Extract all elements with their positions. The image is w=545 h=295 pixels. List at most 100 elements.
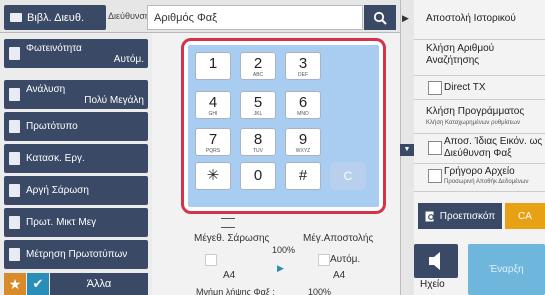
key-9[interactable]: 9 WXYZ [285, 128, 321, 156]
resolution-icon [9, 88, 20, 101]
brightness-button[interactable]: Φωτεινότητα Αυτόμ. [4, 39, 148, 68]
original-count-label: Μέτρηση Πρωτοτύπων [26, 249, 128, 260]
other-label: Άλλα [86, 278, 112, 290]
quick-file-checkbox[interactable] [428, 169, 442, 183]
send-size-label[interactable]: Μέγ.Αποστολής [303, 233, 373, 244]
document-feeder-icon [221, 218, 235, 228]
key-0-digit: 0 [253, 167, 263, 184]
direct-tx-label: Direct TX [444, 82, 486, 93]
check-icon: ✔ [32, 276, 44, 291]
resolution-value: Πολύ Μεγάλη [84, 95, 144, 106]
key-1[interactable]: 1 [195, 52, 231, 80]
key-hash[interactable]: # [285, 162, 321, 190]
send-history-label: Αποστολή Ιστορικού [426, 13, 516, 24]
other-button[interactable]: Άλλα [50, 273, 148, 295]
fax-number-value: Αριθμός Φαξ [154, 11, 218, 24]
key-1-digit: 1 [208, 55, 218, 72]
scan-size-label[interactable]: Μέγεθ. Σάρωσης [194, 233, 269, 244]
fax-number-input[interactable]: Αριθμός Φαξ [147, 5, 363, 30]
mixed-size-icon [9, 216, 20, 229]
scroll-down-button[interactable]: ▼ [400, 144, 414, 156]
job-build-button[interactable]: Κατασκ. Εργ. [4, 144, 148, 173]
key-4-digit: 4 [208, 94, 218, 111]
preview-icon [425, 211, 434, 221]
key-4[interactable]: 4 GHI [195, 91, 231, 119]
slow-scan-icon [9, 184, 20, 197]
brightness-value: Αυτόμ. [113, 54, 144, 65]
key-0[interactable]: 0 [240, 162, 276, 190]
mixed-size-label: Πρωτ. Μικτ Μεγ [26, 217, 97, 228]
original-button[interactable]: Πρωτότυπο [4, 112, 148, 141]
scan-page-icon [205, 254, 217, 266]
key-9-letters: WXYZ [295, 148, 311, 154]
address-book-label: Βιβλ. Διευθ. [27, 11, 84, 24]
original-count-button[interactable]: Μέτρηση Πρωτοτύπων [4, 240, 148, 269]
favorite-star-button[interactable]: ★ [4, 273, 26, 295]
call-program-label: Κλήση Προγράμματος [426, 106, 525, 117]
numeric-keypad: 1 2 ABC 3 DEF 4 GHI 5 JKL 6 MNO 7 PQRS 8 TUV 9W… [188, 45, 379, 207]
start-send-label: Έναρξη [489, 264, 524, 275]
quick-file-sublabel: Προσωρινή Αποθήκ Δεδομένων [444, 179, 529, 185]
original-icon [9, 120, 20, 133]
key-6-letters: MNO [297, 111, 309, 117]
key-7[interactable]: 7 PQRS [195, 128, 231, 156]
clear-key[interactable]: C [330, 162, 366, 190]
key-6-digit: 6 [298, 94, 308, 111]
job-build-label: Κατασκ. Εργ. [26, 153, 85, 164]
key-5-digit: 5 [253, 94, 263, 111]
scan-paper-value: A4 [223, 270, 236, 281]
key-7-letters: PQRS [205, 148, 221, 154]
address-label: Διεύθυνση [108, 11, 150, 21]
speaker-icon [429, 252, 440, 270]
key-3[interactable]: 3 DEF [285, 52, 321, 80]
address-book-button[interactable]: Βιβλ. Διευθ. [4, 5, 106, 30]
key-8[interactable]: 8 TUV [240, 128, 276, 156]
left-settings-panel: Φωτεινότητα Αυτόμ. Ανάλυση Πολύ Μεγάλη Π… [0, 33, 152, 295]
mixed-size-button[interactable]: Πρωτ. Μικτ Μεγ [4, 208, 148, 237]
key-4-letters: GHI [208, 111, 218, 117]
speaker-button[interactable] [414, 244, 458, 278]
same-image-checkbox[interactable] [428, 141, 442, 155]
speaker-label: Ηχείο [420, 279, 445, 290]
preview-button[interactable]: Προεπισκόπ [418, 203, 502, 229]
key-5-letters: JKL [253, 111, 263, 117]
send-page-icon [318, 254, 330, 266]
fax-memory-value: 100% [308, 287, 332, 295]
key-star[interactable]: ✳ [195, 162, 231, 190]
search-number-label: Κλήση Αριθμού Αναζήτησης [426, 43, 495, 66]
start-send-button[interactable]: Έναρξη [468, 244, 545, 295]
resolution-button[interactable]: Ανάλυση Πολύ Μεγάλη [4, 80, 148, 109]
fax-memory-label: Μνήμη λήψης Φαξ : [196, 287, 275, 295]
original-count-icon [9, 248, 20, 261]
original-label: Πρωτότυπο [26, 121, 78, 132]
key-hash-digit: # [298, 167, 308, 184]
key-6[interactable]: 6 MNO [285, 91, 321, 119]
arrow-right-icon: ▶ [277, 263, 284, 273]
brightness-icon [9, 47, 20, 60]
call-program-sublabel: Κλήση Καταχωρημένων ρυθμίσεων [426, 120, 520, 126]
clear-all-label: CA [518, 210, 532, 222]
send-size-value: Αυτόμ. [330, 254, 361, 265]
check-button[interactable]: ✔ [27, 273, 49, 295]
call-program-item[interactable]: Κλήση Προγράμματος Κλήση Καταχωρημένων ρ… [414, 100, 545, 134]
key-2[interactable]: 2 ABC [240, 52, 276, 80]
expand-panel-icon[interactable]: ▶ [402, 13, 409, 24]
key-2-letters: ABC [252, 72, 264, 78]
send-history-item[interactable]: Αποστολή Ιστορικού [414, 0, 545, 40]
direct-tx-checkbox[interactable] [428, 81, 442, 95]
search-number-item[interactable]: Κλήση Αριθμού Αναζήτησης [414, 40, 545, 76]
key-9-digit: 9 [298, 131, 308, 148]
send-paper-value: A4 [333, 270, 346, 281]
resolution-label: Ανάλυση [26, 84, 66, 95]
ratio-value: 100% [272, 245, 296, 255]
key-5[interactable]: 5 JKL [240, 91, 276, 119]
preview-label: Προεπισκόπ [439, 210, 496, 222]
key-3-digit: 3 [298, 55, 308, 72]
key-3-letters: DEF [298, 72, 308, 78]
key-star-digit: ✳ [206, 167, 220, 184]
slow-scan-label: Αργή Σάρωση [26, 185, 89, 196]
slow-scan-button[interactable]: Αργή Σάρωση [4, 176, 148, 205]
same-image-label: Αποσ. Ίδιας Εικόν. ως Διεύθυνση Φαξ [444, 136, 543, 159]
search-button[interactable] [364, 5, 396, 30]
clear-all-button[interactable]: CA [505, 203, 545, 229]
